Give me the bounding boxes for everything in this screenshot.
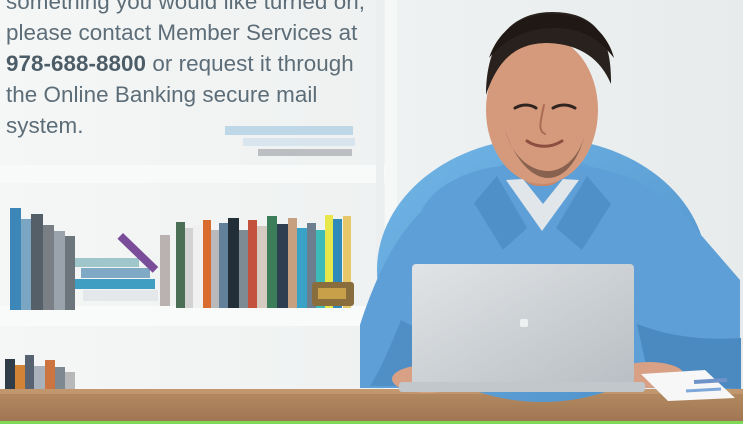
message-line-5: system. <box>6 113 84 138</box>
hero-banner: something you would like turned on, plea… <box>0 0 743 424</box>
service-message: something you would like turned on, plea… <box>6 0 476 141</box>
message-line-1: something you would like turned on, <box>6 0 365 14</box>
message-line-3-suffix: or request it through <box>146 51 354 76</box>
message-line-4: the Online Banking secure mail <box>6 82 318 107</box>
member-services-phone[interactable]: 978-688-8800 <box>6 51 146 76</box>
message-line-2: please contact Member Services at <box>6 20 358 45</box>
